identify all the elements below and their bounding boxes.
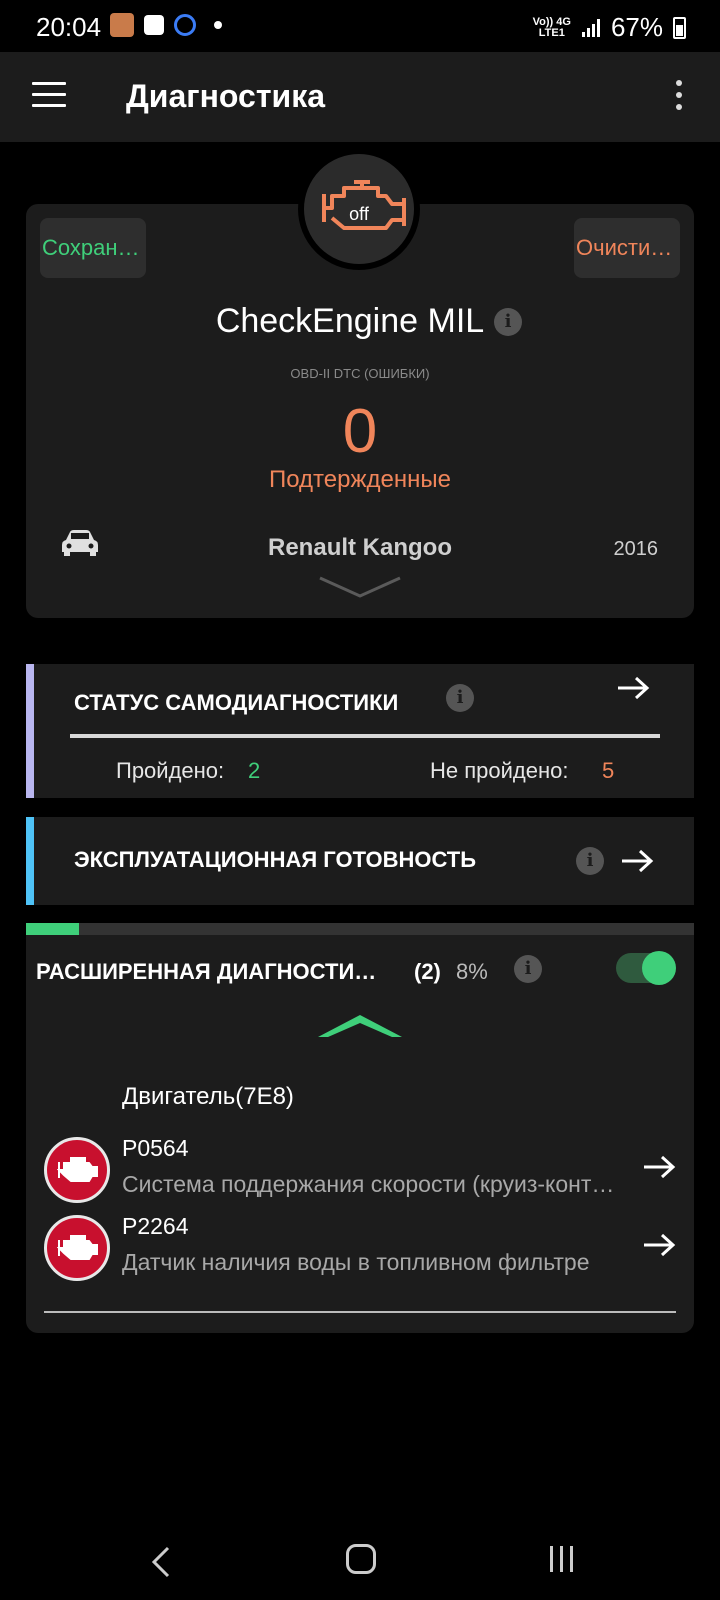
recents-icon[interactable]	[550, 1546, 573, 1572]
network-type-label: Vo)) 4G	[532, 15, 571, 28]
extended-diagnostics-card: РАСШИРЕННАЯ ДИАГНОСТИ… (2) 8% i Двигател…	[26, 923, 694, 1333]
self-diagnostics-title: СТАТУС САМОДИАГНОСТИКИ	[74, 690, 399, 715]
engine-fault-icon	[44, 1137, 110, 1203]
network-icon: Vo)) 4G LTE1	[532, 15, 571, 39]
navigation-bar	[0, 1520, 720, 1600]
network-sim-label: LTE1	[538, 26, 565, 39]
page-title: Диагностика	[126, 78, 325, 114]
battery-icon	[673, 16, 686, 39]
failed-value: 5	[602, 758, 615, 783]
arrow-right-icon[interactable]	[642, 1155, 676, 1179]
dtc-list-item[interactable]: P0564 Система поддержания скорости (круи…	[44, 1131, 694, 1211]
toggle-knob	[642, 951, 676, 985]
car-year: 2016	[613, 538, 659, 560]
passed-value: 2	[248, 758, 261, 783]
progress-bar	[26, 923, 694, 935]
dtc-count: 0	[342, 397, 378, 466]
extended-percent: 8%	[456, 959, 488, 984]
save-button[interactable]: Сохран…	[40, 218, 146, 278]
back-icon[interactable]	[150, 1546, 172, 1578]
readiness-card[interactable]: ЭКСПЛУАТАЦИОННАЯ ГОТОВНОСТЬ i	[26, 817, 694, 905]
failed-label: Не пройдено:	[430, 758, 569, 783]
readiness-title: ЭКСПЛУАТАЦИОННАЯ ГОТОВНОСТЬ	[74, 847, 477, 872]
dtc-code: P2264	[122, 1213, 189, 1239]
self-diagnostics-card[interactable]: СТАТУС САМОДИАГНОСТИКИ i Пройдено: 2 Не …	[26, 664, 694, 798]
extended-title: РАСШИРЕННАЯ ДИАГНОСТИ…	[36, 959, 377, 984]
progress-fill	[26, 923, 80, 935]
info-icon[interactable]: i	[494, 308, 522, 336]
chevron-up-icon[interactable]	[318, 1013, 402, 1039]
car-name: Renault Kangoo	[268, 534, 452, 561]
dtc-list-item[interactable]: P2264 Датчик наличия воды в топливном фи…	[44, 1209, 694, 1289]
battery-percent: 67%	[610, 12, 663, 42]
engine-status-indicator[interactable]: off	[298, 148, 420, 270]
mil-title: CheckEngine MIL	[215, 302, 485, 340]
confirmed-label: Подтержденные	[268, 466, 451, 493]
engine-state-label: off	[349, 204, 369, 224]
divider	[70, 734, 660, 738]
notification-icons	[110, 13, 222, 37]
status-bar: 20:04 Vo)) 4G LTE1 67%	[0, 0, 720, 52]
arrow-right-icon[interactable]	[642, 1233, 676, 1257]
search-app-icon	[174, 14, 196, 36]
extended-toggle[interactable]	[616, 951, 676, 985]
clear-button[interactable]: Очисти…	[574, 218, 680, 278]
dtc-description: Датчик наличия воды в топливном фильтре	[122, 1249, 590, 1275]
arrow-right-icon[interactable]	[616, 676, 650, 700]
signal-icon	[581, 18, 600, 37]
engine-fault-icon	[44, 1215, 110, 1281]
more-notifications-icon	[214, 21, 222, 29]
passed-label: Пройдено:	[116, 758, 225, 783]
system-status-icons: Vo)) 4G LTE1 67%	[533, 12, 686, 43]
dtc-code: P0564	[122, 1135, 189, 1161]
arrow-right-icon[interactable]	[620, 849, 654, 873]
chevron-down-icon[interactable]	[318, 576, 402, 598]
menu-icon[interactable]	[32, 82, 66, 108]
more-options-icon[interactable]	[674, 80, 684, 110]
gallery-icon	[144, 15, 164, 35]
briefcase-icon	[110, 13, 134, 37]
info-icon[interactable]: i	[446, 684, 474, 712]
app-bar: Диагностика	[0, 52, 720, 142]
divider	[44, 1311, 676, 1313]
ecu-label: Двигатель(7E8)	[122, 1083, 294, 1110]
info-icon[interactable]: i	[576, 847, 604, 875]
dtc-subtitle: OBD-II DTC (ОШИБКИ)	[290, 366, 430, 381]
dtc-description: Система поддержания скорости (круиз-конт…	[122, 1171, 618, 1197]
status-time: 20:04	[36, 12, 102, 42]
extended-count: (2)	[414, 959, 441, 984]
home-icon[interactable]	[346, 1544, 376, 1574]
info-icon[interactable]: i	[514, 955, 542, 983]
